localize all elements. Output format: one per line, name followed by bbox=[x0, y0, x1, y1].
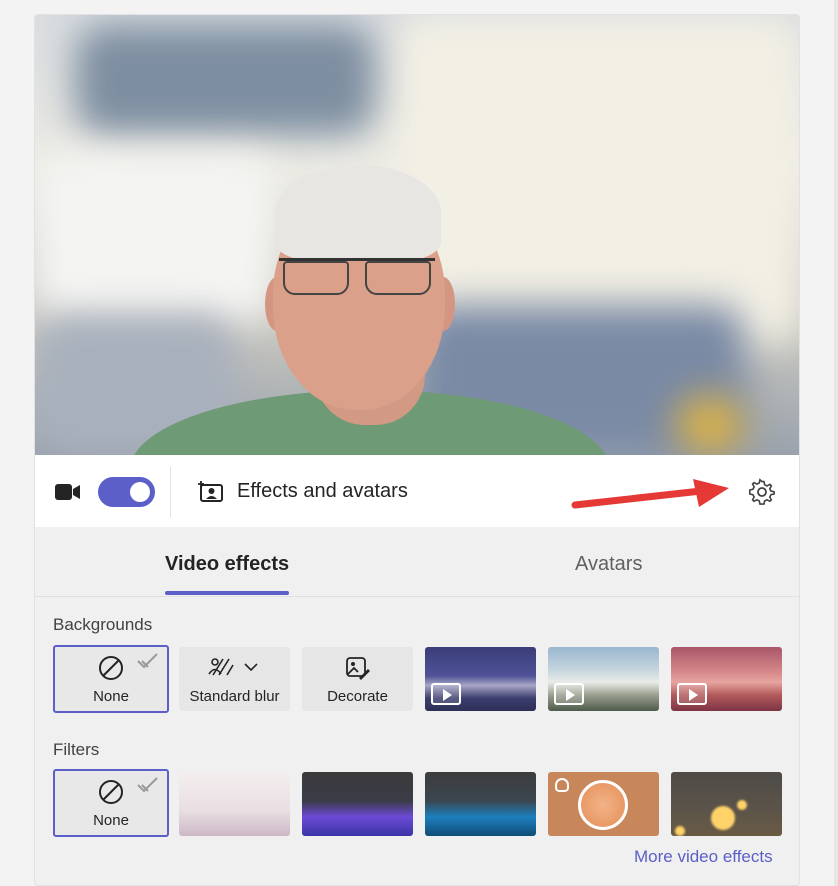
filter-purple-wave[interactable] bbox=[302, 772, 413, 836]
background-standard-blur-label: Standard blur bbox=[189, 688, 280, 705]
settings-gear-icon[interactable] bbox=[748, 478, 776, 506]
camera-icon bbox=[55, 484, 80, 500]
active-tab-indicator bbox=[165, 591, 289, 595]
filter-snapchat-lens[interactable] bbox=[548, 772, 659, 836]
camera-preview bbox=[35, 15, 799, 455]
backgrounds-heading: Backgrounds bbox=[53, 615, 153, 634]
effects-avatars-label[interactable]: Effects and avatars bbox=[237, 480, 408, 503]
decorate-icon bbox=[345, 657, 370, 680]
window-edge bbox=[834, 0, 838, 886]
video-background-icon bbox=[677, 683, 707, 705]
video-background-icon bbox=[431, 683, 461, 705]
background-video-night-sky[interactable] bbox=[425, 647, 536, 711]
filter-soft-light[interactable] bbox=[179, 772, 290, 836]
background-video-snowy-trees[interactable] bbox=[548, 647, 659, 711]
video-background-icon bbox=[554, 683, 584, 705]
checkmark-icon bbox=[137, 653, 158, 669]
divider bbox=[170, 467, 171, 517]
no-entry-icon bbox=[99, 656, 123, 680]
tab-video-effects[interactable]: Video effects bbox=[165, 553, 289, 576]
effects-avatars-icon[interactable] bbox=[198, 481, 224, 503]
toggle-knob bbox=[130, 482, 150, 502]
glasses bbox=[279, 258, 435, 295]
blur-icon bbox=[207, 658, 258, 676]
background-decorate-label: Decorate bbox=[327, 688, 388, 705]
tab-avatars[interactable]: Avatars bbox=[575, 553, 642, 576]
effects-tabs: Video effects Avatars bbox=[35, 527, 799, 597]
more-video-effects-link[interactable]: More video effects bbox=[634, 847, 773, 867]
background-standard-blur[interactable]: Standard blur bbox=[179, 647, 290, 711]
background-video-pink-clouds[interactable] bbox=[671, 647, 782, 711]
filter-none-label: None bbox=[93, 812, 129, 829]
preview-control-bar: Effects and avatars bbox=[35, 455, 799, 527]
filter-bokeh[interactable] bbox=[671, 772, 782, 836]
filter-blue-wave[interactable] bbox=[425, 772, 536, 836]
background-none[interactable]: None bbox=[53, 645, 169, 713]
filters-heading: Filters bbox=[53, 740, 100, 759]
lens-ring bbox=[578, 780, 628, 830]
no-entry-icon bbox=[99, 780, 123, 804]
background-decorate[interactable]: Decorate bbox=[302, 647, 413, 711]
annotation-arrow bbox=[571, 479, 729, 509]
device-settings-panel: Effects and avatars Video effects Avatar… bbox=[34, 14, 800, 886]
snapchat-ghost-icon bbox=[555, 778, 569, 792]
filter-none[interactable]: None bbox=[53, 769, 169, 837]
camera-toggle[interactable] bbox=[98, 477, 155, 507]
background-none-label: None bbox=[93, 688, 129, 705]
checkmark-icon bbox=[137, 777, 158, 793]
